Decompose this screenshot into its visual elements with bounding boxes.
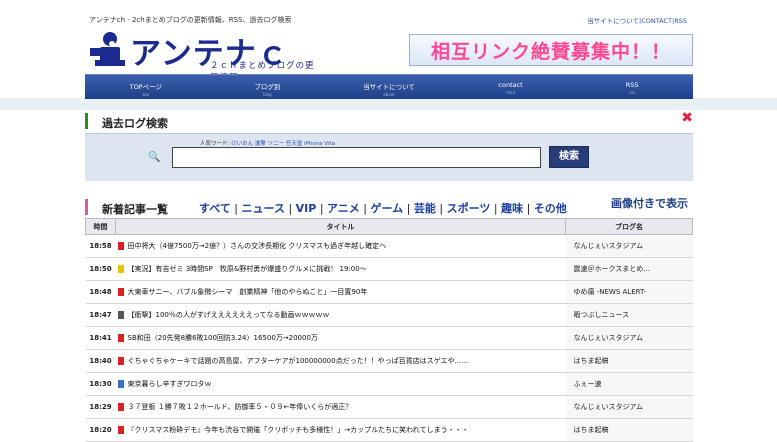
article-title[interactable]: ぐちゃぐちゃケーキで話題の高島屋、アフターケアが100000000点だった！！や… xyxy=(115,349,566,373)
col-time: 時間 xyxy=(85,218,116,235)
article-title[interactable]: 【実況】有吉ゼミ 3時間SP 牧原&野村勇が爆盛りグルメに挑戦！ 19:00～ xyxy=(115,257,566,281)
nav-contact[interactable]: contact mail xyxy=(450,75,572,99)
nav-rss[interactable]: RSS rss xyxy=(571,75,693,99)
article-blog[interactable]: はちま起稿 xyxy=(565,349,693,373)
mascot-icon xyxy=(90,32,125,66)
search-heading: 過去ログ検索 ✖ xyxy=(85,110,693,132)
article-title-text[interactable]: 田中将大（4億7500万→2億？）さんの交渉長期化 クリスマスも過ぎ年越し確定へ xyxy=(128,242,387,250)
article-title[interactable]: ３７登板 １勝７敗１２ホールド、防御率５・０９←年俸いくらが適正？ xyxy=(115,395,566,419)
site-description: アンテナch - 2chまとめブログの更新情報、RSS、過去ログ検索 xyxy=(89,16,292,24)
article-category-icon xyxy=(117,265,124,273)
top-links: 当サイトについて|CONTACT|RSS xyxy=(587,17,687,25)
article-blog[interactable]: ふぇー速 xyxy=(565,372,693,396)
filter-sports[interactable]: スポーツ xyxy=(447,202,491,215)
table-row: 18:29 ３７登板 １勝７敗１２ホールド、防御率５・０９←年俸いくらが適正？ なん… xyxy=(85,395,693,419)
article-category-icon xyxy=(117,242,124,250)
article-category-icon xyxy=(117,288,124,296)
table-row: 18:40 ぐちゃぐちゃケーキで話題の高島屋、アフターケアが100000000点だ… xyxy=(85,349,693,373)
site-logo[interactable]: アンテナｃｈ ２ｃｈまとめブログの更新情報 xyxy=(88,28,318,117)
article-title-text[interactable]: 東京暮らし辛すぎワロタｗ xyxy=(128,380,212,388)
article-title-text[interactable]: ３７登板 １勝７敗１２ホールド、防御率５・０９←年俸いくらが適正？ xyxy=(128,403,353,411)
article-category-icon xyxy=(117,357,124,365)
article-title[interactable]: 『クリスマス粉砕デモ』今年も渋谷で開催「クリボッチも多様性！」→カップルたちに笑… xyxy=(115,418,566,442)
search-icon: 🔍 xyxy=(148,152,161,163)
article-time: 18:29 xyxy=(85,395,116,419)
article-category-icon xyxy=(117,426,124,434)
table-row: 18:58 田中将大（4億7500万→2億？）さんの交渉長期化 クリスマスも過ぎ年… xyxy=(85,234,693,258)
article-category-icon xyxy=(117,403,124,411)
image-toggle-button[interactable]: 画像付きで表示 xyxy=(611,195,688,211)
table-row: 18:50 【実況】有吉ゼミ 3時間SP 牧原&野村勇が爆盛りグルメに挑戦！ 19… xyxy=(85,257,693,281)
table-row: 18:48 大東車サニー、バブル象徴シーマ 創業精神「他のやらぬこと」一目置90年… xyxy=(85,280,693,304)
heading-bar xyxy=(85,113,88,129)
filter-vip[interactable]: VIP xyxy=(296,202,317,215)
article-title[interactable]: 【衝撃】100％の人がすげええええええってなる動画ｗｗｗｗｗ xyxy=(115,303,566,327)
col-blog: ブログ名 xyxy=(565,218,693,235)
filter-anime[interactable]: アニメ xyxy=(327,202,360,215)
close-icon[interactable]: ✖ xyxy=(681,110,693,126)
article-time: 18:40 xyxy=(85,349,116,373)
article-title-text[interactable]: ぐちゃぐちゃケーキで話題の高島屋、アフターケアが100000000点だった！！や… xyxy=(128,357,468,365)
table-row: 18:30 東京暮らし辛すぎワロタｗ ふぇー速 xyxy=(85,372,693,396)
search-button[interactable]: 検索 xyxy=(549,146,589,168)
article-category-icon xyxy=(117,311,124,319)
article-blog[interactable]: 暇つぶしニュース xyxy=(565,303,693,327)
filter-hobby[interactable]: 趣味 xyxy=(501,202,523,215)
about-link[interactable]: 当サイトについて xyxy=(587,17,639,25)
article-blog[interactable]: なんじぇいスタジアム xyxy=(565,395,693,419)
article-category-icon xyxy=(117,334,124,342)
nav-top[interactable]: TOPページ top xyxy=(85,75,207,99)
article-category-icon xyxy=(117,380,124,388)
contact-link[interactable]: CONTACT xyxy=(641,17,672,25)
filter-all[interactable]: すべて xyxy=(199,202,231,215)
article-time: 18:47 xyxy=(85,303,116,327)
article-title-text[interactable]: 『クリスマス粉砕デモ』今年も渋谷で開催「クリボッチも多様性！」→カップルたちに笑… xyxy=(128,426,469,434)
article-blog[interactable]: ゆめ痛 -NEWS ALERT- xyxy=(565,280,693,304)
filter-news[interactable]: ニュース xyxy=(242,202,285,215)
search-panel: 人気ワード: けいおん 進撃 ソニー 任天堂 iPhone Vita 🔍 検索 xyxy=(85,133,693,181)
article-blog[interactable]: なんじぇいスタジアム xyxy=(565,326,693,350)
rss-link[interactable]: RSS xyxy=(674,17,687,25)
heading-bar xyxy=(85,199,88,215)
article-title-text[interactable]: SB和田（20先発8勝6敗100回防3.24）16500万→20000万 xyxy=(128,334,318,342)
popular-words: 人気ワード: けいおん 進撃 ソニー 任天堂 iPhone Vita xyxy=(200,141,336,147)
article-title[interactable]: 大東車サニー、バブル象徴シーマ 創業精神「他のやらぬこと」一目置90年 xyxy=(115,280,566,304)
filter-other[interactable]: その他 xyxy=(534,202,567,215)
article-time: 18:50 xyxy=(85,257,116,281)
article-time: 18:30 xyxy=(85,372,116,396)
table-row: 18:41 SB和田（20先発8勝6敗100回防3.24）16500万→20000… xyxy=(85,326,693,350)
nav-blog[interactable]: ブログ別 blog xyxy=(207,75,329,99)
article-time: 18:41 xyxy=(85,326,116,350)
article-blog[interactable]: 震速＠ホークスまとめ... xyxy=(565,257,693,281)
articles-table: 時間 タイトル ブログ名 18:58 田中将大（4億7500万→2億？）さんの交渉… xyxy=(85,218,693,442)
article-time: 18:20 xyxy=(85,418,116,442)
article-title-text[interactable]: 大東車サニー、バブル象徴シーマ 創業精神「他のやらぬこと」一目置90年 xyxy=(128,288,368,296)
nav-shadow xyxy=(0,98,777,110)
col-title: タイトル xyxy=(115,218,566,235)
article-title[interactable]: 東京暮らし辛すぎワロタｗ xyxy=(115,372,566,396)
table-row: 18:20 『クリスマス粉砕デモ』今年も渋谷で開催「クリボッチも多様性！」→カップ… xyxy=(85,418,693,442)
category-filters: すべて | ニュース | VIP | アニメ | ゲーム | 芸能 | スポーツ… xyxy=(199,202,567,215)
search-input[interactable] xyxy=(172,147,541,168)
article-time: 18:48 xyxy=(85,280,116,304)
table-row: 18:47 【衝撃】100％の人がすげええええええってなる動画ｗｗｗｗｗ 暇つぶしニ… xyxy=(85,303,693,327)
article-title[interactable]: 田中将大（4億7500万→2億？）さんの交渉長期化 クリスマスも過ぎ年越し確定へ xyxy=(115,234,566,258)
filter-entertainment[interactable]: 芸能 xyxy=(414,202,436,215)
article-blog[interactable]: はちま起稿 xyxy=(565,418,693,442)
article-blog[interactable]: なんじぇいスタジアム xyxy=(565,234,693,258)
nav-about[interactable]: 当サイトについて about xyxy=(328,75,450,99)
table-header: 時間 タイトル ブログ名 xyxy=(85,218,693,235)
article-title-text[interactable]: 【衝撃】100％の人がすげええええええってなる動画ｗｗｗｗｗ xyxy=(128,311,330,319)
article-time: 18:58 xyxy=(85,234,116,258)
link-recruit-banner[interactable]: 相互リンク絶賛募集中！！ xyxy=(409,34,693,66)
article-title-text[interactable]: 【実況】有吉ゼミ 3時間SP 牧原&野村勇が爆盛りグルメに挑戦！ 19:00～ xyxy=(128,265,367,273)
filter-game[interactable]: ゲーム xyxy=(371,202,404,215)
main-nav: TOPページ top ブログ別 blog 当サイトについて about contact… xyxy=(85,74,693,99)
article-title[interactable]: SB和田（20先発8勝6敗100回防3.24）16500万→20000万 xyxy=(115,326,566,350)
